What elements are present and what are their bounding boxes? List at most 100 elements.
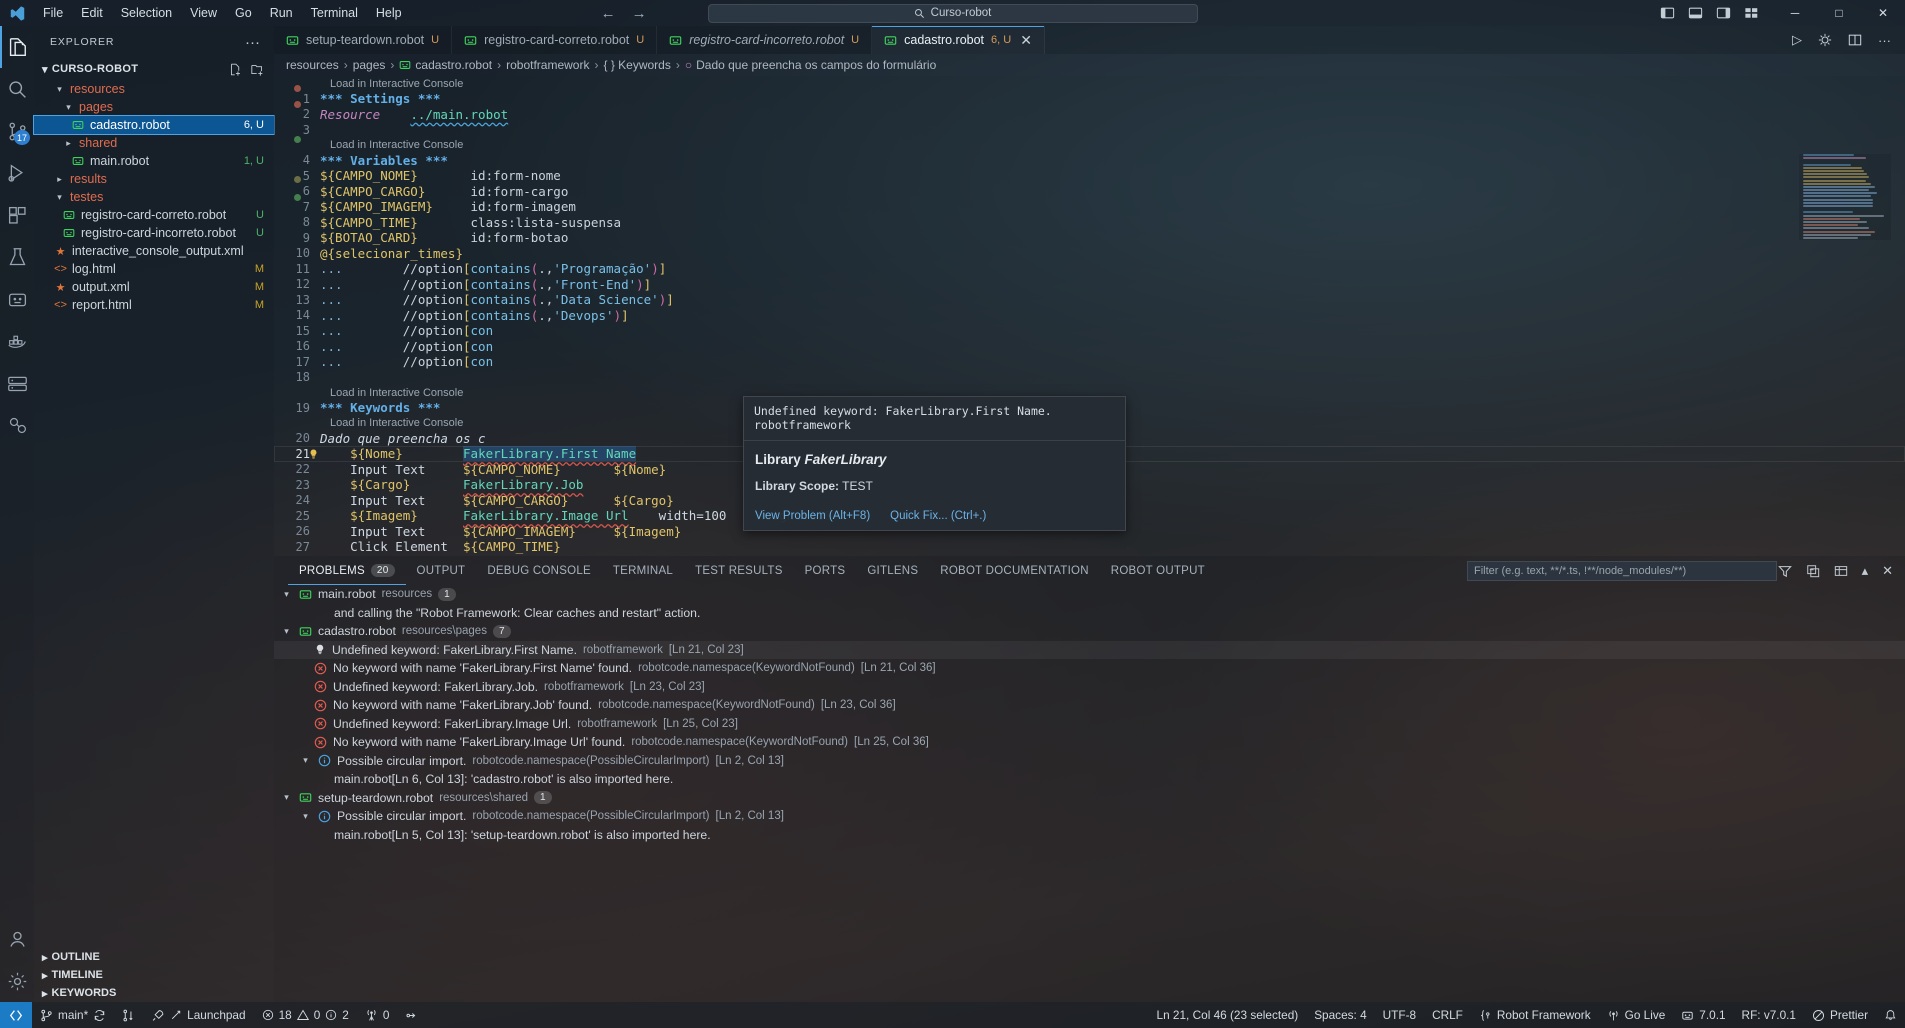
line-content[interactable]: *** Variables *** xyxy=(320,153,1905,168)
run-with-debug-icon[interactable] xyxy=(1818,33,1832,47)
line-content[interactable]: ... //option[contains(.,'Data Science')] xyxy=(320,292,1905,307)
chevron-up-icon[interactable]: ▴ xyxy=(1862,563,1869,579)
split-editor-icon[interactable] xyxy=(1848,33,1862,47)
code-line-4[interactable]: 4 *** Variables *** xyxy=(274,153,1905,169)
menu-item-terminal[interactable]: Terminal xyxy=(302,3,367,23)
breadcrumb-item-0[interactable]: resources xyxy=(286,58,339,72)
status-cursor-position[interactable]: Ln 21, Col 46 (23 selected) xyxy=(1149,1002,1307,1028)
chevron-right-icon[interactable]: ▸ xyxy=(42,969,48,982)
code-lens-label[interactable]: Load in Interactive Console xyxy=(330,78,463,90)
code-line-17[interactable]: 17 ... //option[con xyxy=(274,354,1905,370)
sidebar-section-outline[interactable]: ▸ OUTLINE xyxy=(34,948,274,966)
breadcrumb-item-5[interactable]: ○ Dado que preencha os campos do formulár… xyxy=(685,58,936,72)
status-eol[interactable]: CRLF xyxy=(1424,1002,1471,1028)
chevron-down-icon[interactable]: ▾ xyxy=(280,792,293,803)
code-lens-label[interactable]: Load in Interactive Console xyxy=(330,139,463,151)
panel-tab-terminal[interactable]: TERMINAL xyxy=(602,556,684,585)
status-go-live[interactable]: Go Live xyxy=(1599,1002,1674,1028)
chevron-right-icon[interactable]: ▸ xyxy=(42,951,48,964)
view-as-table-icon[interactable] xyxy=(1834,564,1848,578)
search-input-value[interactable]: Curso-robot xyxy=(931,7,992,19)
status-diagnostics[interactable]: 18 0 2 xyxy=(254,1002,357,1028)
code-line-8[interactable]: 8 ${CAMPO_TIME} class:lista-suspensa xyxy=(274,215,1905,231)
problem-item[interactable]: ▾ Possible circular import. robotcode.name… xyxy=(274,752,1905,771)
problem-item[interactable]: Undefined keyword: FakerLibrary.Job. robo… xyxy=(274,678,1905,697)
layout-controls[interactable] xyxy=(1660,6,1759,20)
status-encoding[interactable]: UTF-8 xyxy=(1375,1002,1424,1028)
code-line-18[interactable]: 18 xyxy=(274,370,1905,386)
tab-close-icon[interactable]: ✕ xyxy=(1020,32,1032,49)
breadcrumb[interactable]: resources › pages › cadastro.robot › robotfram… xyxy=(274,54,1905,76)
line-content[interactable]: ... //option[contains(.,'Devops')] xyxy=(320,308,1905,323)
breadcrumb-item-3[interactable]: robotframework xyxy=(506,58,589,72)
hover-actions[interactable]: View Problem (Alt+F8) Quick Fix... (Ctrl… xyxy=(744,510,1125,530)
command-center-search[interactable]: Curso-robot xyxy=(707,3,1198,23)
editor-toolbar[interactable]: ▷ ··· xyxy=(1778,26,1905,54)
status-notifications[interactable] xyxy=(1876,1002,1905,1028)
status-radio-tower[interactable]: 0 xyxy=(357,1002,398,1028)
code-line-10[interactable]: 10 @{selecionar_times} xyxy=(274,246,1905,262)
tree-item-main.robot[interactable]: main.robot 1, U xyxy=(34,152,274,170)
problems-list[interactable]: ▾ main.robot resources 1 and calling the "Ro… xyxy=(274,585,1905,1002)
code-lens-label[interactable]: Load in Interactive Console xyxy=(330,387,463,399)
menu-item-run[interactable]: Run xyxy=(261,3,302,23)
chevron-down-icon[interactable]: ▾ xyxy=(54,192,65,203)
status-bar-right[interactable]: Ln 21, Col 46 (23 selected) Spaces: 4 UT… xyxy=(1149,1002,1905,1028)
chevron-down-icon[interactable]: ▾ xyxy=(280,589,293,600)
git-compare-icon[interactable] xyxy=(122,1009,135,1022)
problem-group-setup-teardown.robot[interactable]: ▾ setup-teardown.robot resources\shared 1 xyxy=(274,789,1905,808)
chevron-right-icon[interactable]: ▸ xyxy=(54,174,65,185)
line-content[interactable]: ${CAMPO_CARGO} id:form-cargo xyxy=(320,184,1905,199)
new-folder-icon[interactable] xyxy=(251,63,264,76)
code-line-15[interactable]: 15 ... //option[con xyxy=(274,323,1905,339)
toggle-panel-icon[interactable] xyxy=(1688,6,1703,20)
status-bar[interactable]: main* Launchpad 18 0 2 0 Ln 21, Col 46 ( xyxy=(0,1002,1905,1028)
tree-item-interactive-console-output.xml[interactable]: ★ interactive_console_output.xml xyxy=(34,242,274,260)
breadcrumb-item-1[interactable]: pages xyxy=(353,58,386,72)
tree-item-output.xml[interactable]: ★ output.xml M xyxy=(34,278,274,296)
activity-bar-item-testing[interactable] xyxy=(0,236,34,278)
new-file-icon[interactable] xyxy=(229,63,242,76)
explorer-actions[interactable] xyxy=(229,63,274,76)
customize-layout-icon[interactable] xyxy=(1744,6,1759,20)
quick-fix-link[interactable]: Quick Fix... (Ctrl+.) xyxy=(890,510,986,522)
status-ports[interactable] xyxy=(397,1002,426,1028)
code-line-9[interactable]: 9 ${BOTAO_CARD} id:form-botao xyxy=(274,230,1905,246)
editor-tab-cadastro.robot[interactable]: cadastro.robot 6, U ✕ xyxy=(872,26,1045,54)
line-content[interactable]: ... //option[con xyxy=(320,339,1905,354)
code-line-1[interactable]: 1 *** Settings *** xyxy=(274,91,1905,107)
line-content[interactable]: *** Settings *** xyxy=(320,91,1905,106)
problem-item[interactable]: No keyword with name 'FakerLibrary.Image… xyxy=(274,733,1905,752)
hover-popup[interactable]: Undefined keyword: FakerLibrary.First Na… xyxy=(743,396,1126,531)
problem-group-main.robot[interactable]: ▾ main.robot resources 1 xyxy=(274,585,1905,604)
panel-actions[interactable]: ▴ ✕ xyxy=(1777,556,1905,585)
line-content[interactable]: Click Element ${CAMPO_TIME} xyxy=(320,539,1905,554)
breadcrumb-item-2[interactable]: cadastro.robot xyxy=(399,58,492,72)
line-content[interactable]: ... //option[con xyxy=(320,354,1905,369)
editor-tab-registro-card-correto.robot[interactable]: registro-card-correto.robot U xyxy=(452,26,658,54)
tree-item-pages[interactable]: ▾ pages xyxy=(34,98,274,116)
problem-item[interactable]: ▾ Possible circular import. robotcode.name… xyxy=(274,807,1905,826)
sync-icon[interactable] xyxy=(93,1009,106,1022)
line-content[interactable]: ${CAMPO_NOME} id:form-nome xyxy=(320,168,1905,183)
tree-item-report.html[interactable]: <> report.html M xyxy=(34,296,274,314)
status-prettier[interactable]: Prettier xyxy=(1804,1002,1876,1028)
minimize-button[interactable]: ─ xyxy=(1773,0,1817,26)
line-content[interactable]: ${CAMPO_IMAGEM} id:form-imagem xyxy=(320,199,1905,214)
code-line-14[interactable]: 14 ... //option[contains(.,'Devops')] xyxy=(274,308,1905,324)
line-content[interactable]: Resource ../main.robot xyxy=(320,107,1905,122)
tree-item-registro-card-correto.robot[interactable]: registro-card-correto.robot U xyxy=(34,206,274,224)
code-line-11[interactable]: 11 ... //option[contains(.,'Programação')… xyxy=(274,261,1905,277)
activity-bar-item-extensions[interactable] xyxy=(0,194,34,236)
panel-tab-output[interactable]: OUTPUT xyxy=(406,556,477,585)
sidebar-more-actions-icon[interactable]: ··· xyxy=(245,34,260,51)
code-lens-label[interactable]: Load in Interactive Console xyxy=(330,417,463,429)
code-line-13[interactable]: 13 ... //option[contains(.,'Data Science'… xyxy=(274,292,1905,308)
chevron-down-icon[interactable]: ▾ xyxy=(42,63,48,76)
remote-window-icon[interactable] xyxy=(0,1002,32,1028)
tree-item-registro-card-incorreto.robot[interactable]: registro-card-incorreto.robot U xyxy=(34,224,274,242)
filter-icon[interactable] xyxy=(1777,564,1792,578)
menu-item-view[interactable]: View xyxy=(181,3,226,23)
sidebar-bottom-sections[interactable]: ▸ OUTLINE ▸ TIMELINE ▸ KEYWORDS xyxy=(34,948,274,1002)
code-line-7[interactable]: 7 ${CAMPO_IMAGEM} id:form-imagem xyxy=(274,199,1905,215)
